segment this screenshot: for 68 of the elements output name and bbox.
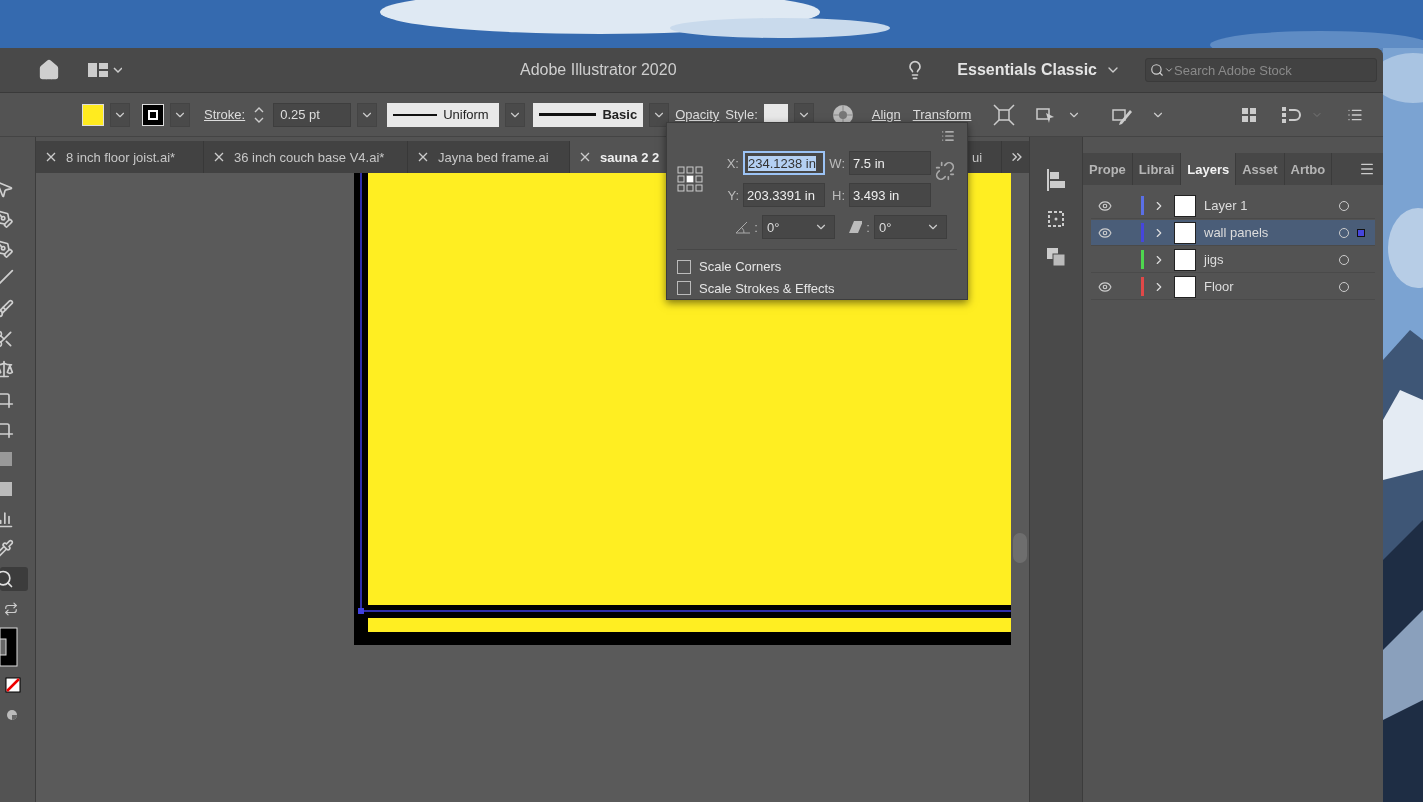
transform-field[interactable]: 203.3391 in bbox=[743, 183, 825, 207]
profile-select[interactable]: Uniform bbox=[387, 102, 500, 127]
field-label: W: bbox=[828, 155, 846, 171]
layer-thumbnail bbox=[1174, 194, 1196, 217]
stroke-weight-field[interactable]: 0.25 pt bbox=[273, 102, 352, 127]
stroke-line-icon bbox=[393, 113, 438, 116]
layer-thumbnail bbox=[1174, 275, 1196, 298]
search-icon bbox=[1150, 63, 1164, 77]
layer-row[interactable]: Layer 1 bbox=[1091, 193, 1375, 219]
checkbox[interactable] bbox=[677, 281, 691, 296]
stroke-link[interactable]: Stroke: bbox=[204, 107, 246, 122]
layer-row[interactable]: Floor bbox=[1091, 274, 1375, 300]
align-link[interactable]: Align bbox=[871, 107, 901, 122]
dropdown-button[interactable] bbox=[110, 102, 130, 127]
zoom-icon bbox=[0, 569, 14, 589]
field-label: Y: bbox=[726, 187, 740, 203]
field-label: : bbox=[754, 219, 758, 235]
reference-point-icon[interactable] bbox=[677, 166, 703, 192]
shear-select[interactable]: 0° bbox=[874, 215, 947, 239]
brush-select[interactable]: Basic bbox=[533, 102, 644, 127]
field-label: X: bbox=[725, 155, 740, 171]
eye-icon[interactable] bbox=[1098, 279, 1112, 294]
workspace-switcher[interactable]: Essentials Classic bbox=[947, 61, 1131, 79]
layer-thumbnail bbox=[1174, 221, 1196, 244]
dropdown-button[interactable] bbox=[170, 102, 190, 127]
close-icon[interactable] bbox=[214, 152, 224, 162]
isolate-icon[interactable] bbox=[991, 101, 1018, 128]
stroke-line-icon bbox=[539, 113, 597, 116]
layer-name: Layer 1 bbox=[1204, 198, 1249, 213]
rotate-icon bbox=[735, 220, 751, 234]
stroke-swatch[interactable] bbox=[142, 103, 164, 126]
field-label: H: bbox=[831, 187, 846, 203]
align-icon[interactable] bbox=[1044, 167, 1068, 193]
dropdown-button[interactable] bbox=[505, 102, 526, 127]
layout-icon[interactable] bbox=[86, 60, 124, 80]
eye-icon[interactable] bbox=[1098, 225, 1112, 240]
layer-row[interactable]: jigs bbox=[1091, 247, 1375, 273]
layer-name: wall panels bbox=[1204, 225, 1270, 240]
option-checkbox[interactable]: Scale Strokes & Effects bbox=[677, 277, 957, 299]
unlink-icon[interactable] bbox=[935, 161, 955, 181]
option-checkbox[interactable]: Scale Corners bbox=[677, 255, 957, 278]
transform-field[interactable]: 234.1238 in bbox=[743, 151, 825, 175]
layer-thumbnail bbox=[1174, 248, 1196, 271]
close-icon[interactable] bbox=[580, 152, 590, 162]
rotate-select[interactable]: 0° bbox=[761, 215, 835, 239]
transform-link[interactable]: Transform bbox=[912, 107, 972, 122]
search-field[interactable]: Search Adobe Stock bbox=[1145, 58, 1377, 82]
window-title: Adobe Illustrator 2020 bbox=[520, 61, 677, 79]
opacity-link[interactable]: Opacity bbox=[675, 107, 720, 122]
pathfinder-icon[interactable] bbox=[1044, 245, 1068, 269]
close-icon[interactable] bbox=[46, 152, 56, 162]
layer-name: jigs bbox=[1204, 252, 1225, 267]
shear-icon bbox=[848, 220, 863, 234]
field-label: : bbox=[866, 219, 870, 235]
eye-icon[interactable] bbox=[1098, 198, 1112, 213]
panel-tab[interactable]: Layers bbox=[1181, 153, 1237, 185]
layer-name: Floor bbox=[1204, 279, 1235, 294]
dropdown-button[interactable] bbox=[357, 102, 378, 127]
layer-row[interactable]: wall panels bbox=[1091, 220, 1375, 246]
zoom-tool[interactable] bbox=[0, 567, 28, 591]
style-label: Style: bbox=[725, 107, 758, 122]
transform-field[interactable]: 7.5 in bbox=[849, 151, 931, 175]
dropdown-button[interactable] bbox=[649, 102, 670, 127]
checkbox[interactable] bbox=[677, 259, 691, 274]
fill-swatch[interactable] bbox=[82, 103, 104, 126]
transform-field[interactable]: 3.493 in bbox=[849, 183, 931, 207]
caret-icon bbox=[1164, 65, 1174, 75]
close-icon[interactable] bbox=[418, 152, 428, 162]
